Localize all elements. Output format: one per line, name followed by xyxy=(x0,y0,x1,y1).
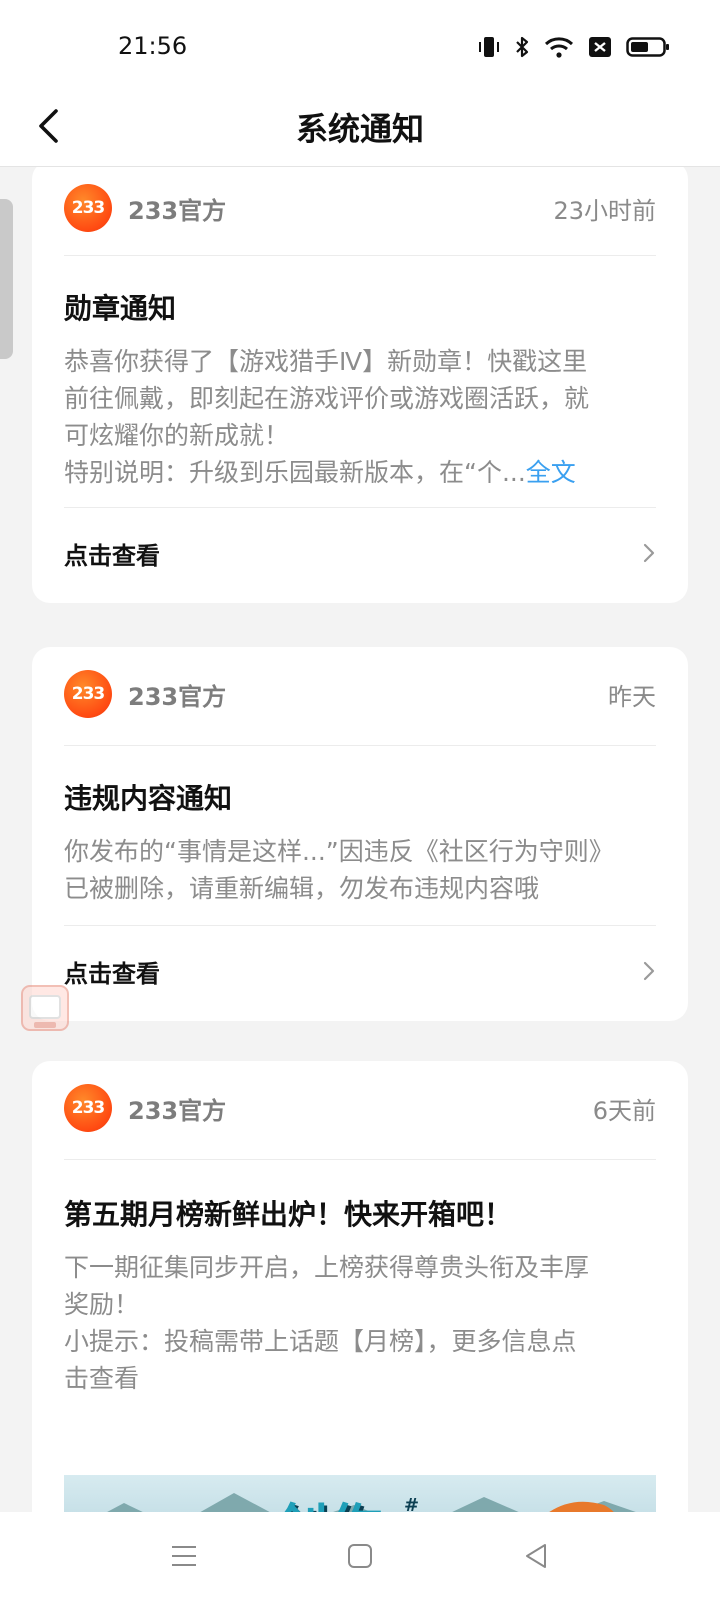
card-header: 233 233官方 昨天 xyxy=(64,665,656,723)
notification-time: 23小时前 xyxy=(553,196,656,225)
battery-icon xyxy=(626,37,669,57)
divider xyxy=(64,925,656,926)
promo-banner-image[interactable]: 创作 #第 xyxy=(64,1475,656,1512)
notification-title: 违规内容通知 xyxy=(64,782,233,815)
no-sim-icon xyxy=(589,37,611,57)
notification-time: 6天前 xyxy=(592,1096,656,1125)
body-line: 已被删除，请重新编辑，勿发布违规内容哦 xyxy=(64,874,540,903)
home-square-icon xyxy=(348,1544,372,1568)
notification-title: 勋章通知 xyxy=(64,292,177,325)
body-line: 奖励！ xyxy=(64,1290,140,1319)
banner-title: 创作 xyxy=(274,1485,382,1512)
wifi-icon xyxy=(544,37,574,58)
notification-card[interactable]: 233 233官方 23小时前 勋章通知 恭喜你获得了【游戏猎手Ⅳ】新勋章！快戳… xyxy=(32,167,688,603)
notification-time: 昨天 xyxy=(608,682,656,711)
avatar[interactable]: 233 xyxy=(64,1084,112,1132)
view-details-label: 点击查看 xyxy=(64,541,160,570)
notification-body: 下一期征集同步开启，上榜获得尊贵头衔及丰厚 奖励！ 小提示：投稿需带上话题【月榜… xyxy=(64,1249,658,1397)
body-line: 击查看 xyxy=(64,1364,140,1393)
sender-name: 233官方 xyxy=(128,1096,227,1125)
body-line: 前往佩戴，即刻起在游戏评价或游戏圈活跃，就 xyxy=(64,384,590,413)
menu-button[interactable] xyxy=(164,1538,204,1574)
chevron-right-icon xyxy=(643,961,655,981)
divider xyxy=(64,1159,656,1160)
sender-name: 233官方 xyxy=(128,682,227,711)
notification-card[interactable]: 233 233官方 6天前 第五期月榜新鲜出炉！快来开箱吧！ 下一期征集同步开启… xyxy=(32,1061,688,1512)
back-triangle-icon xyxy=(526,1544,546,1568)
page-title: 系统通知 xyxy=(295,110,424,148)
floating-assistant-widget[interactable] xyxy=(20,982,74,1038)
menu-icon xyxy=(172,1546,196,1566)
card-header: 233 233官方 23小时前 xyxy=(64,179,656,237)
home-button[interactable] xyxy=(340,1538,380,1574)
scroll-indicator[interactable] xyxy=(0,199,13,359)
card-header: 233 233官方 6天前 xyxy=(64,1079,656,1137)
body-line: 恭喜你获得了【游戏猎手Ⅳ】新勋章！快戳这里 xyxy=(64,347,588,376)
banner-side-text: #第 xyxy=(404,1495,420,1512)
view-details-button[interactable]: 点击查看 xyxy=(64,523,656,583)
top-nav-bar: 系统通知 xyxy=(0,92,720,167)
avatar[interactable]: 233 xyxy=(64,670,112,718)
system-navigation-bar xyxy=(0,1512,720,1600)
view-details-label: 点击查看 xyxy=(64,959,160,988)
divider xyxy=(64,507,656,508)
body-line: 你发布的“事情是这样...”因违反《社区行为守则》 xyxy=(64,837,614,866)
system-back-button[interactable] xyxy=(516,1538,556,1574)
bluetooth-icon xyxy=(516,36,529,58)
status-time: 21:56 xyxy=(118,32,188,60)
view-details-button[interactable]: 点击查看 xyxy=(64,941,656,1001)
body-line: 特别说明：升级到乐园最新版本，在“个...全文 xyxy=(64,454,658,491)
notification-title: 第五期月榜新鲜出炉！快来开箱吧！ xyxy=(64,1198,513,1231)
body-line: 下一期征集同步开启，上榜获得尊贵头衔及丰厚 xyxy=(64,1253,590,1282)
sender-name: 233官方 xyxy=(128,196,227,225)
body-line: 小提示：投稿需带上话题【月榜】，更多信息点 xyxy=(64,1327,577,1356)
vibrate-icon xyxy=(479,37,499,57)
status-bar: 21:56 xyxy=(0,0,720,92)
avatar[interactable]: 233 xyxy=(64,184,112,232)
floating-widget-icon xyxy=(21,985,69,1031)
notification-list[interactable]: 233 233官方 23小时前 勋章通知 恭喜你获得了【游戏猎手Ⅳ】新勋章！快戳… xyxy=(0,167,720,1512)
status-icons xyxy=(478,34,670,60)
notification-card[interactable]: 233 233官方 昨天 违规内容通知 你发布的“事情是这样...”因违反《社区… xyxy=(32,647,688,1021)
body-line-truncated: 特别说明：升级到乐园最新版本，在“个... xyxy=(64,458,526,487)
notification-body: 你发布的“事情是这样...”因违反《社区行为守则》 已被删除，请重新编辑，勿发布… xyxy=(64,833,658,907)
divider xyxy=(64,745,656,746)
full-text-link[interactable]: 全文 xyxy=(526,458,576,487)
notification-body: 恭喜你获得了【游戏猎手Ⅳ】新勋章！快戳这里 前往佩戴，即刻起在游戏评价或游戏圈活… xyxy=(64,343,658,491)
chevron-right-icon xyxy=(643,543,655,563)
body-line: 可炫耀你的新成就！ xyxy=(64,421,290,450)
divider xyxy=(64,255,656,256)
